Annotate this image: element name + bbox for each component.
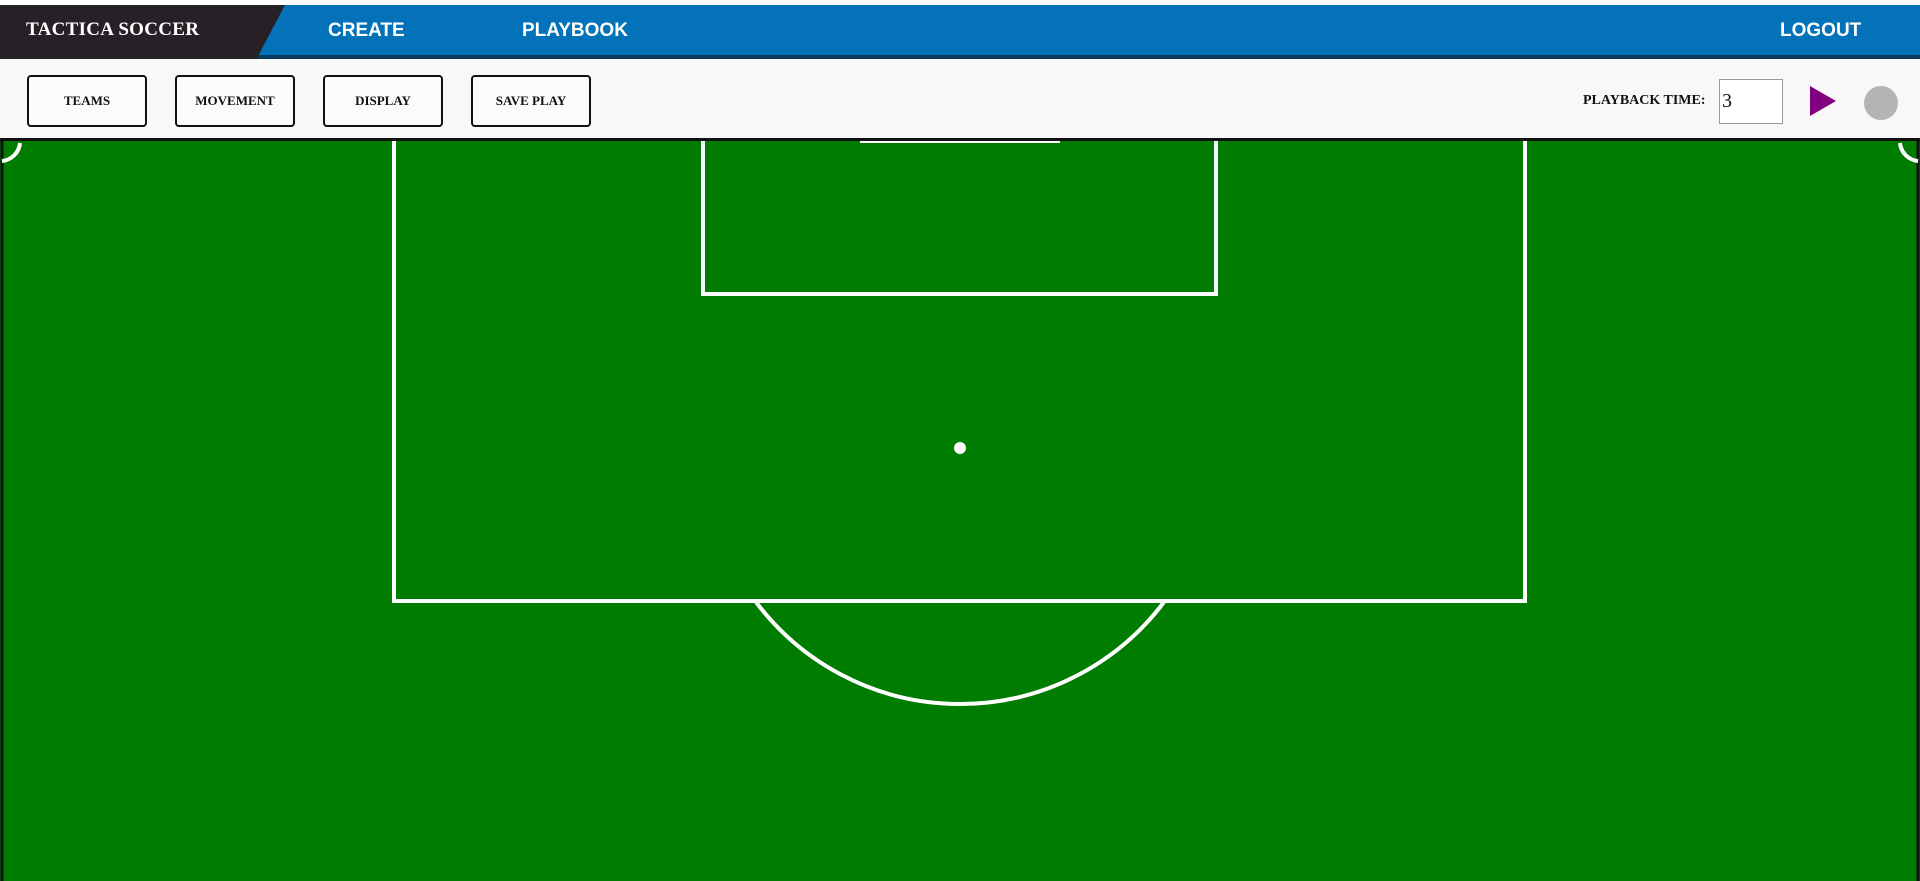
nav-playbook-link[interactable]: PLAYBOOK xyxy=(522,20,628,42)
top-nav-bar: TACTICA SOCCER CREATE PLAYBOOK LOGOUT xyxy=(0,5,1920,59)
movement-button[interactable]: MOVEMENT xyxy=(175,75,295,127)
playback-time-input[interactable] xyxy=(1719,79,1783,124)
playback-time-label: PLAYBACK TIME: xyxy=(1583,93,1706,108)
goal-line xyxy=(860,141,1060,143)
record-icon[interactable] xyxy=(1864,86,1898,120)
nav-create-link[interactable]: CREATE xyxy=(328,20,405,42)
nav-logout-link[interactable]: LOGOUT xyxy=(1780,20,1861,42)
brand-logo[interactable]: TACTICA SOCCER xyxy=(0,5,285,59)
penalty-spot xyxy=(954,442,966,454)
teams-button[interactable]: TEAMS xyxy=(27,75,147,127)
play-icon[interactable] xyxy=(1810,86,1836,116)
save-play-button[interactable]: SAVE PLAY xyxy=(471,75,591,127)
brand-name: TACTICA SOCCER xyxy=(26,19,200,40)
pitch-field xyxy=(0,141,1920,881)
soccer-pitch[interactable] xyxy=(0,141,1920,881)
pitch-grass xyxy=(0,141,1920,881)
toolbar: TEAMS MOVEMENT DISPLAY SAVE PLAY PLAYBAC… xyxy=(0,59,1920,141)
display-button[interactable]: DISPLAY xyxy=(323,75,443,127)
